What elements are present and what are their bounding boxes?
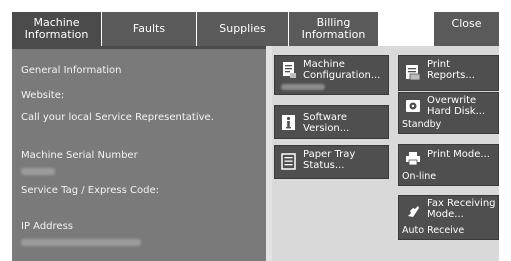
website-label: Website: [21, 90, 65, 101]
paper-tray-status-label: Paper Tray Status... [303, 149, 356, 171]
tab-label: Faults [132, 22, 166, 35]
print-reports-button[interactable]: Print Reports... [398, 55, 499, 91]
overwrite-status: Standby [402, 119, 442, 130]
website-value: Call your local Service Representative. [21, 112, 214, 123]
software-version-label: Software Version... [303, 112, 350, 134]
close-label: Close [451, 17, 482, 30]
print-mode-status: On-line [402, 171, 437, 182]
tab-label: Supplies [219, 22, 266, 35]
report-icon [405, 64, 421, 82]
paper-tray-status-button[interactable]: Paper Tray Status... [274, 145, 389, 179]
redacted-serial-number [21, 168, 55, 175]
tab-billing-information[interactable]: Billing Information [289, 12, 379, 46]
tab-machine-information[interactable]: Machine Information [12, 12, 102, 46]
service-tag-label: Service Tag / Express Code: [21, 185, 159, 196]
overwrite-hard-disk-label: Overwrite Hard Disk... [427, 95, 486, 117]
tab-faults[interactable]: Faults [102, 12, 197, 46]
fax-receiving-status: Auto Receive [402, 225, 465, 236]
fax-receiving-mode-button[interactable]: Fax Receiving Mode... Auto Receive [398, 195, 499, 240]
general-information-panel: General Information Website: Call your l… [12, 46, 266, 261]
machine-status-screen: Machine Information Faults Supplies Bill… [12, 12, 499, 261]
panel-divider [266, 46, 272, 261]
tab-bar: Machine Information Faults Supplies Bill… [12, 12, 499, 46]
general-information-heading: General Information [21, 65, 122, 76]
list-icon [281, 153, 297, 171]
tab-label: Billing Information [301, 16, 366, 41]
software-version-button[interactable]: Software Version... [274, 105, 389, 139]
tab-label: Machine Information [24, 16, 89, 41]
ip-address-label: IP Address [21, 221, 73, 232]
machine-configuration-button[interactable]: Machine Configuration... [274, 55, 389, 95]
tab-supplies[interactable]: Supplies [197, 12, 289, 46]
phone-icon [405, 203, 421, 221]
machine-configuration-label: Machine Configuration... [303, 59, 381, 81]
serial-number-label: Machine Serial Number [21, 150, 138, 161]
print-reports-label: Print Reports... [427, 59, 475, 81]
close-button[interactable]: Close [434, 12, 499, 46]
fax-receiving-mode-label: Fax Receiving Mode... [427, 198, 496, 220]
printer-icon [405, 150, 421, 168]
print-mode-label: Print Mode... [427, 149, 490, 160]
redacted-ip-address [21, 239, 141, 246]
overwrite-hard-disk-button[interactable]: Overwrite Hard Disk... Standby [398, 92, 499, 134]
info-icon [281, 114, 297, 132]
document-icon [281, 61, 297, 79]
hard-disk-icon [405, 98, 421, 116]
redacted-value [281, 84, 325, 90]
print-mode-button[interactable]: Print Mode... On-line [398, 144, 499, 186]
